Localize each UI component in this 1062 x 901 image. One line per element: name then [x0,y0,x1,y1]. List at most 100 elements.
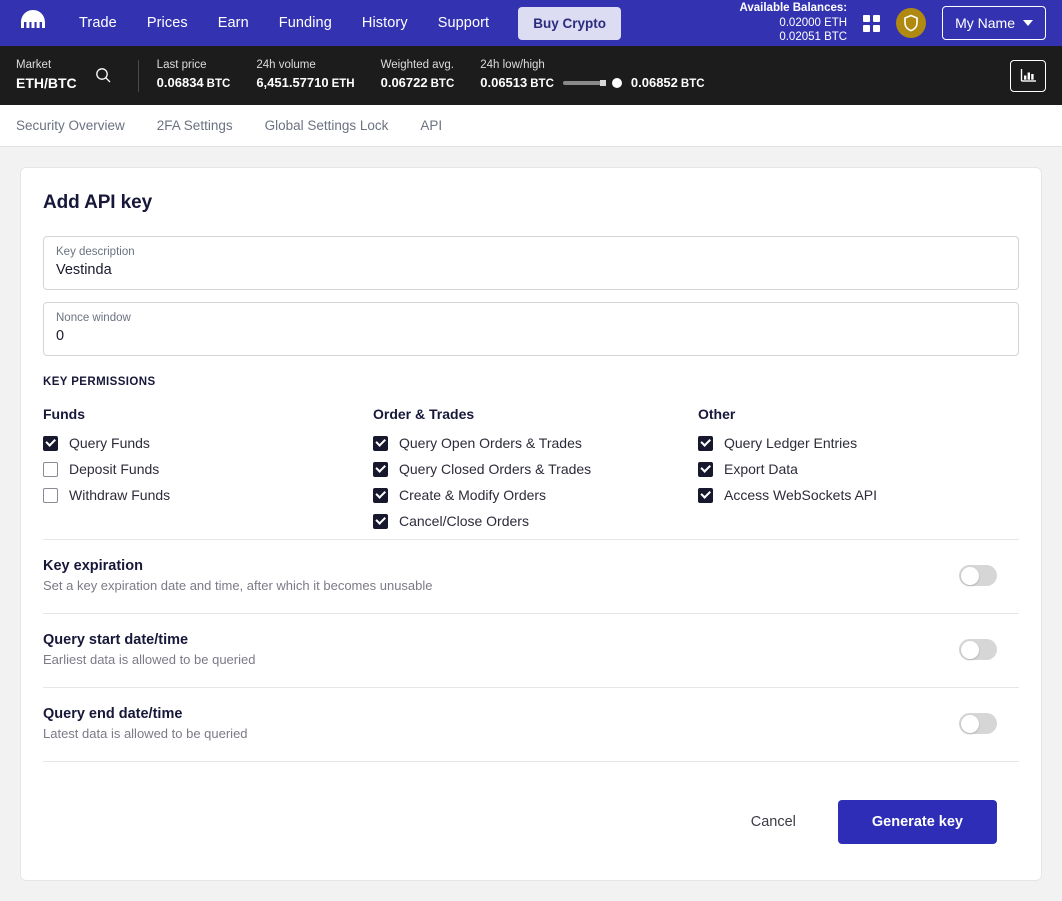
permission-group-funds: Funds Query Funds Deposit Funds Withdraw… [43,406,373,539]
market-divider [137,59,139,92]
toggle-query-end-date[interactable] [959,713,997,734]
range-slider-thumb [611,78,622,89]
permission-deposit-funds[interactable]: Deposit Funds [43,461,373,477]
nav-link-trade[interactable]: Trade [64,9,132,37]
market-selector[interactable]: Market ETH/BTC [16,58,77,92]
checkbox-icon[interactable] [373,513,388,529]
key-description-field[interactable]: Key description [43,236,1019,290]
permission-label: Query Ledger Entries [724,435,858,451]
nonce-window-input[interactable] [56,328,1006,344]
row-subtitle: Earliest data is allowed to be queried [43,652,256,667]
row-query-end-date: Query end date/time Latest data is allow… [43,687,1019,761]
key-description-label: Key description [56,246,135,258]
buy-crypto-button[interactable]: Buy Crypto [518,6,621,40]
row-subtitle: Set a key expiration date and time, afte… [43,578,433,593]
permission-group-order-trades-heading: Order & Trades [373,406,475,422]
nav-link-history[interactable]: History [347,9,423,37]
permission-columns: Funds Query Funds Deposit Funds Withdraw… [43,406,1019,539]
generate-key-button[interactable]: Generate key [837,800,997,844]
permission-access-websockets-api[interactable]: Access WebSockets API [698,487,1019,503]
row-title: Query start date/time [43,632,189,648]
stat-24h-volume-value: 6,451.57710 ETH [256,75,355,90]
permission-label: Export Data [724,461,798,477]
market-label: Market [16,59,52,72]
row-query-start-date: Query start date/time Earliest data is a… [43,613,1019,687]
balance-eth: 0.02000 ETH [779,16,848,29]
market-info-bar: Market ETH/BTC Last price 0.06834 BTC 24h… [0,46,1062,105]
checkbox-icon[interactable] [698,435,713,451]
tab-api[interactable]: API [404,105,458,147]
permission-label: Withdraw Funds [69,487,171,503]
stat-weighted-avg-value: 0.06722 BTC [380,75,455,90]
row-key-expiration: Key expiration Set a key expiration date… [43,539,1019,613]
checkbox-icon[interactable] [43,461,58,477]
permission-label: Query Funds [69,435,150,451]
grid-apps-icon[interactable] [863,14,881,32]
row-title: Query end date/time [43,706,183,722]
stat-last-price: Last price 0.06834 BTC [157,58,231,92]
page-title: Add API key [43,192,153,213]
permission-export-data[interactable]: Export Data [698,461,1019,477]
tab-security-overview[interactable]: Security Overview [16,105,141,147]
stat-24h-volume-label: 24h volume [256,59,316,72]
key-permissions-heading: KEY PERMISSIONS [43,376,156,388]
toggle-knob [960,566,979,585]
nav-link-earn[interactable]: Earn [203,9,264,37]
checkbox-icon[interactable] [698,461,713,477]
stat-24h-volume: 24h volume 6,451.57710 ETH [256,58,354,92]
toggle-knob [960,714,979,733]
nav-link-support[interactable]: Support [423,9,505,37]
balance-btc: 0.02051 BTC [779,31,848,44]
range-slider-track [562,80,606,87]
low-high-range: 0.06513 BTC 0.06852 BTC [480,74,704,93]
row-title: Key expiration [43,558,143,574]
checkbox-icon[interactable] [43,435,58,451]
permission-cancel-close-orders[interactable]: Cancel/Close Orders [373,513,698,529]
permission-query-open-orders[interactable]: Query Open Orders & Trades [373,435,698,451]
market-pair-value: ETH/BTC [16,74,77,91]
permission-group-other: Other Query Ledger Entries Export Data A… [698,406,1019,539]
tab-2fa-settings[interactable]: 2FA Settings [141,105,249,147]
page-content: Add API key Key description Nonce window… [0,147,1062,901]
permission-label: Create & Modify Orders [399,487,547,503]
nav-link-prices[interactable]: Prices [132,9,203,37]
nonce-window-field[interactable]: Nonce window [43,302,1019,356]
checkbox-icon[interactable] [373,487,388,503]
shield-security-icon[interactable] [896,8,927,38]
checkbox-icon[interactable] [698,487,713,503]
toggle-key-expiration[interactable] [959,565,997,586]
primary-nav-links: Trade Prices Earn Funding History Suppor… [64,6,621,40]
row-subtitle: Latest data is allowed to be queried [43,726,248,741]
checkbox-icon[interactable] [43,487,58,503]
toggle-knob [960,640,979,659]
add-api-key-card: Add API key Key description Nonce window… [20,167,1042,881]
permission-label: Deposit Funds [69,461,160,477]
row-key-expiration-text: Key expiration Set a key expiration date… [43,558,959,593]
permission-query-ledger-entries[interactable]: Query Ledger Entries [698,435,1019,451]
market-stats: Last price 0.06834 BTC 24h volume 6,451.5… [157,58,705,92]
top-navigation-bar: Trade Prices Earn Funding History Suppor… [0,0,1062,46]
tab-global-settings-lock[interactable]: Global Settings Lock [249,105,405,147]
key-description-input[interactable] [56,262,1006,278]
range-low-value: 0.06513 BTC [480,75,554,90]
nav-link-funding[interactable]: Funding [264,9,347,37]
toggle-query-start-date[interactable] [959,639,997,660]
search-icon[interactable] [91,63,116,88]
available-balances: Available Balances: 0.02000 ETH 0.02051 … [739,1,847,45]
user-menu-label: My Name [955,15,1015,31]
kraken-squid-logo[interactable] [16,8,50,38]
bar-chart-icon[interactable] [1010,59,1046,92]
stat-24h-low-high: 24h low/high 0.06513 BTC 0.06852 BTC [480,58,704,92]
user-menu-button[interactable]: My Name [942,6,1046,40]
permission-group-other-heading: Other [698,406,736,422]
cancel-button[interactable]: Cancel [737,806,810,838]
permission-query-funds[interactable]: Query Funds [43,435,373,451]
checkbox-icon[interactable] [373,435,388,451]
permission-withdraw-funds[interactable]: Withdraw Funds [43,487,373,503]
checkbox-icon[interactable] [373,461,388,477]
permission-label: Query Open Orders & Trades [399,435,582,451]
row-query-start-date-text: Query start date/time Earliest data is a… [43,632,959,667]
permission-create-modify-orders[interactable]: Create & Modify Orders [373,487,698,503]
permission-query-closed-orders[interactable]: Query Closed Orders & Trades [373,461,698,477]
available-balances-title: Available Balances: [739,1,848,14]
